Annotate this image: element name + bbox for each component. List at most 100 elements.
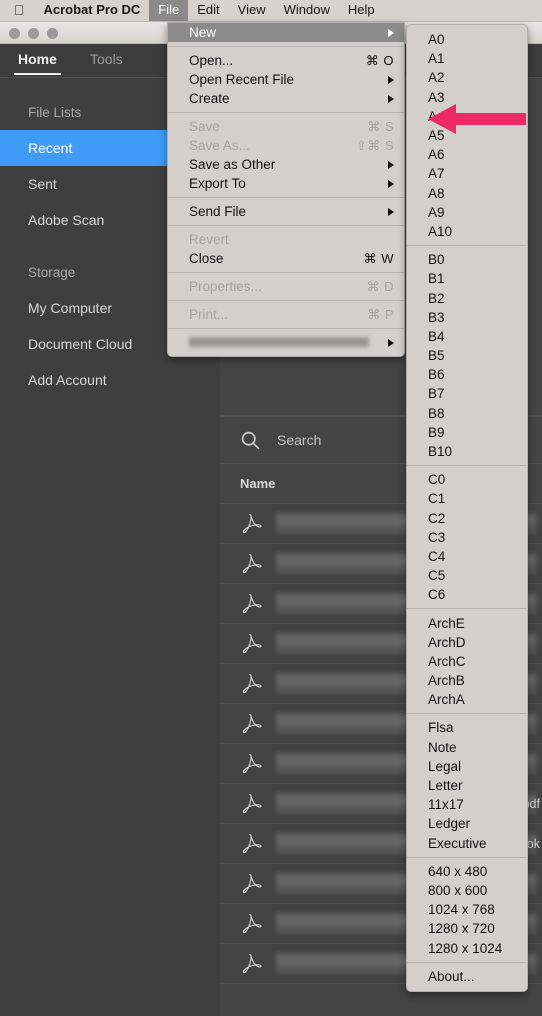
- window-traffic-lights: [9, 28, 58, 39]
- submenu-chevron-right-icon: [388, 75, 394, 84]
- paper-size-label: B10: [428, 444, 453, 460]
- sidebar-item-add-account[interactable]: Add Account: [0, 362, 220, 398]
- paper-size-option-b0[interactable]: B0: [407, 250, 527, 269]
- paper-size-option-b2[interactable]: B2: [407, 288, 527, 307]
- paper-size-option-c3[interactable]: C3: [407, 528, 527, 547]
- menu-item-shortcut: ⌘ D: [366, 278, 394, 294]
- paper-size-option-about[interactable]: About...: [407, 967, 527, 986]
- pdf-file-icon: [242, 833, 262, 853]
- paper-size-option-c5[interactable]: C5: [407, 566, 527, 585]
- paper-size-option-b8[interactable]: B8: [407, 404, 527, 423]
- paper-size-label: A5: [428, 128, 445, 144]
- menu-item-redacted-label: [189, 337, 369, 348]
- paper-size-label: A0: [428, 32, 445, 48]
- paper-size-label: 800 x 600: [428, 882, 488, 898]
- paper-size-option-a4[interactable]: A4: [407, 107, 527, 126]
- menu-view[interactable]: View: [229, 0, 275, 21]
- tab-tools[interactable]: Tools: [86, 48, 127, 73]
- paper-size-option-b7[interactable]: B7: [407, 384, 527, 403]
- paper-size-option-flsa[interactable]: Flsa: [407, 718, 527, 737]
- file-menu-item-create[interactable]: Create: [168, 89, 404, 108]
- paper-size-option-c1[interactable]: C1: [407, 489, 527, 508]
- menu-file[interactable]: File: [149, 0, 189, 21]
- pdf-file-icon: [242, 913, 262, 933]
- file-menu-item-properties: Properties... ⌘ D: [168, 277, 404, 296]
- paper-size-label: 1280 x 720: [428, 921, 495, 937]
- apple-logo-icon[interactable]: : [0, 3, 35, 17]
- file-menu-item-export-to[interactable]: Export To: [168, 174, 404, 193]
- paper-size-label: A9: [428, 204, 445, 220]
- paper-size-option-archd[interactable]: ArchD: [407, 633, 527, 652]
- paper-size-option-c2[interactable]: C2: [407, 509, 527, 528]
- close-window-button[interactable]: [9, 28, 20, 39]
- paper-size-option-a9[interactable]: A9: [407, 203, 527, 222]
- paper-size-option-b4[interactable]: B4: [407, 327, 527, 346]
- zoom-window-button[interactable]: [47, 28, 58, 39]
- paper-size-option-b1[interactable]: B1: [407, 269, 527, 288]
- file-menu-item-open[interactable]: Open... ⌘ O: [168, 51, 404, 70]
- paper-size-option-c6[interactable]: C6: [407, 585, 527, 604]
- minimize-window-button[interactable]: [28, 28, 39, 39]
- paper-size-option-c0[interactable]: C0: [407, 470, 527, 489]
- paper-size-option-800-x-600[interactable]: 800 x 600: [407, 881, 527, 900]
- paper-size-option-a8[interactable]: A8: [407, 184, 527, 203]
- menu-separator: [168, 197, 404, 198]
- menu-item-label: Export To: [189, 176, 246, 191]
- menu-edit[interactable]: Edit: [188, 0, 228, 21]
- paper-size-option-11x17[interactable]: 11x17: [407, 795, 527, 814]
- paper-size-option-b9[interactable]: B9: [407, 423, 527, 442]
- paper-size-option-b5[interactable]: B5: [407, 346, 527, 365]
- menu-item-label: Open Recent File: [189, 72, 295, 87]
- file-menu-item-new[interactable]: New: [168, 23, 404, 42]
- paper-size-label: C3: [428, 529, 446, 545]
- submenu-separator: [407, 465, 527, 467]
- paper-size-option-a6[interactable]: A6: [407, 145, 527, 164]
- paper-size-option-ledger[interactable]: Ledger: [407, 814, 527, 833]
- paper-size-label: A7: [428, 166, 445, 182]
- paper-size-option-a2[interactable]: A2: [407, 68, 527, 87]
- menu-window[interactable]: Window: [275, 0, 339, 21]
- file-menu-item-send-file[interactable]: Send File: [168, 202, 404, 221]
- paper-size-option-archb[interactable]: ArchB: [407, 671, 527, 690]
- paper-size-option-arche[interactable]: ArchE: [407, 613, 527, 632]
- paper-size-option-1024-x-768[interactable]: 1024 x 768: [407, 900, 527, 919]
- search-input[interactable]: Search: [277, 432, 321, 448]
- paper-size-option-a1[interactable]: A1: [407, 49, 527, 68]
- paper-size-option-a3[interactable]: A3: [407, 88, 527, 107]
- paper-size-option-a5[interactable]: A5: [407, 126, 527, 145]
- menu-separator: [168, 272, 404, 273]
- paper-size-option-letter[interactable]: Letter: [407, 776, 527, 795]
- tab-home[interactable]: Home: [14, 48, 61, 75]
- submenu-chevron-right-icon: [388, 94, 394, 103]
- menu-item-label: Print...: [189, 307, 229, 322]
- menu-item-shortcut: ⌘ S: [367, 118, 394, 134]
- file-menu-item-redacted-document[interactable]: [168, 333, 404, 352]
- paper-size-label: ArchA: [428, 692, 465, 708]
- paper-size-option-legal[interactable]: Legal: [407, 757, 527, 776]
- paper-size-label: B8: [428, 405, 445, 421]
- paper-size-option-executive[interactable]: Executive: [407, 834, 527, 853]
- app-name-menu[interactable]: Acrobat Pro DC: [35, 0, 150, 21]
- file-menu-item-print: Print... ⌘ P: [168, 305, 404, 324]
- paper-size-option-1280-x-720[interactable]: 1280 x 720: [407, 919, 527, 938]
- paper-size-option-archa[interactable]: ArchA: [407, 690, 527, 709]
- paper-size-option-a7[interactable]: A7: [407, 164, 527, 183]
- paper-size-option-640-x-480[interactable]: 640 x 480: [407, 862, 527, 881]
- paper-size-option-note[interactable]: Note: [407, 738, 527, 757]
- paper-size-option-a0[interactable]: A0: [407, 30, 527, 49]
- file-menu-item-save-as-other[interactable]: Save as Other: [168, 155, 404, 174]
- paper-size-option-c4[interactable]: C4: [407, 547, 527, 566]
- menu-help[interactable]: Help: [339, 0, 384, 21]
- paper-size-label: 640 x 480: [428, 863, 488, 879]
- pdf-file-icon: [242, 673, 262, 693]
- paper-size-option-b3[interactable]: B3: [407, 308, 527, 327]
- paper-size-option-a10[interactable]: A10: [407, 222, 527, 241]
- paper-size-option-archc[interactable]: ArchC: [407, 652, 527, 671]
- menu-item-label: Close: [189, 251, 224, 266]
- paper-size-option-1280-x-1024[interactable]: 1280 x 1024: [407, 938, 527, 957]
- paper-size-option-b6[interactable]: B6: [407, 365, 527, 384]
- paper-size-label: C4: [428, 548, 446, 564]
- paper-size-option-b10[interactable]: B10: [407, 442, 527, 461]
- file-menu-item-open-recent-file[interactable]: Open Recent File: [168, 70, 404, 89]
- file-menu-item-close[interactable]: Close ⌘ W: [168, 249, 404, 268]
